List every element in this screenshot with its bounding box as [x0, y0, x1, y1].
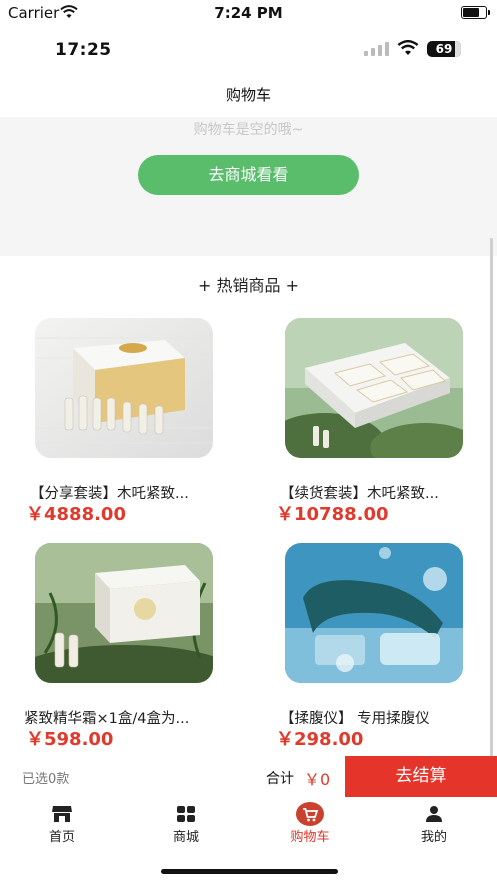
battery-level: 69 — [435, 42, 453, 56]
wifi-icon — [397, 40, 419, 60]
grid-icon — [141, 804, 231, 824]
go-to-mall-button[interactable]: 去商城看看 — [138, 155, 359, 195]
checkout-button[interactable]: 去结算 — [345, 756, 497, 797]
tab-label: 商城 — [172, 830, 199, 845]
selected-count: 已选0款 — [22, 772, 70, 787]
product-image[interactable] — [35, 543, 213, 683]
outer-status-bar: Carrier 7:24 PM — [0, 0, 497, 26]
battery-icon: 69 — [427, 41, 461, 57]
tab-label: 购物车 — [290, 830, 330, 845]
store-icon — [17, 804, 107, 824]
signal-icon — [364, 42, 390, 56]
battery-icon — [461, 6, 490, 19]
inner-time: 17:25 — [55, 40, 112, 60]
hot-products-title: + 热销商品 + — [198, 276, 299, 295]
product-price: ￥598.00 — [26, 729, 114, 750]
total-label: 合计 — [266, 771, 294, 787]
tab-mine[interactable]: 我的 — [389, 804, 479, 845]
home-indicator[interactable] — [161, 869, 338, 874]
tab-home[interactable]: 首页 — [17, 804, 107, 845]
tab-cart[interactable]: 购物车 — [265, 802, 355, 845]
cart-icon — [265, 802, 355, 826]
product-image[interactable] — [285, 543, 463, 683]
page-title: 购物车 — [225, 86, 271, 104]
user-icon — [389, 804, 479, 824]
scrollbar[interactable] — [490, 238, 493, 778]
tab-label: 首页 — [48, 830, 75, 845]
outer-time: 7:24 PM — [214, 4, 283, 22]
tab-label: 我的 — [420, 830, 447, 845]
total-amount: ￥0 — [304, 770, 331, 789]
empty-cart-message: 购物车是空的哦~ — [193, 122, 304, 138]
product-image[interactable] — [35, 318, 213, 458]
product-price: ￥298.00 — [276, 729, 364, 750]
product-price: ￥10788.00 — [276, 504, 389, 525]
product-price: ￥4888.00 — [26, 504, 126, 525]
tab-mall[interactable]: 商城 — [141, 804, 231, 845]
product-image[interactable] — [285, 318, 463, 458]
